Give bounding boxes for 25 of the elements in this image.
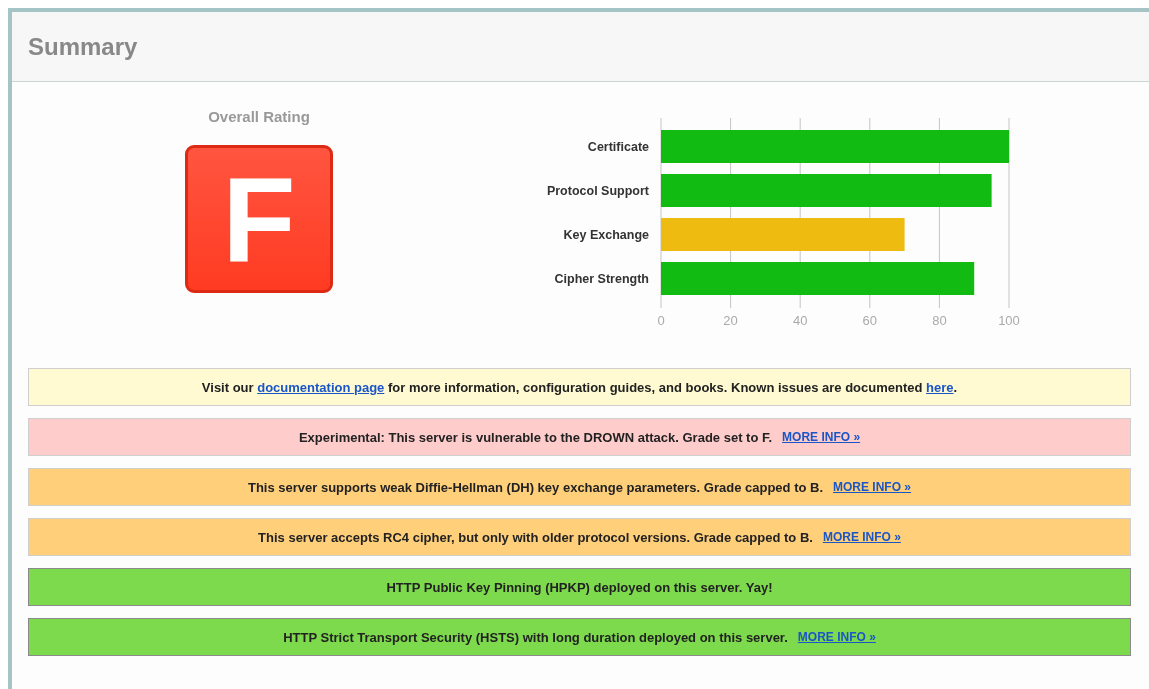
category-label: Key Exchange <box>563 228 649 242</box>
inline-link[interactable]: here <box>926 379 954 395</box>
axis-tick-label: 0 <box>657 313 665 328</box>
axis-tick-label: 60 <box>862 313 878 328</box>
notice-text: This server accepts RC4 cipher, but only with older protocol versions. Grade capped to B. <box>258 529 813 545</box>
more-info-link[interactable]: MORE INFO » <box>822 530 901 544</box>
section-title: Summary <box>28 32 138 61</box>
notice-text: Visit our documentation page for more information, configuration guides, and books. Known issues are documented here. <box>201 379 958 395</box>
category-label: Protocol Support <box>546 184 649 198</box>
rating-label: Overall Rating <box>208 108 310 125</box>
notice-text: Experimental: This server is vulnerable to the DROWN attack. Grade set to F. <box>298 429 773 445</box>
inline-link[interactable]: documentation page <box>257 379 385 395</box>
notice-text: HTTP Public Key Pinning (HPKP) deployed on this server. Yay! <box>386 579 773 595</box>
axis-tick-label: 20 <box>723 313 738 328</box>
category-label: Cipher Strength <box>554 272 649 286</box>
grade-badge: F <box>185 145 333 293</box>
more-info-link[interactable]: MORE INFO » <box>797 630 876 644</box>
more-info-link[interactable]: MORE INFO » <box>782 430 861 444</box>
axis-tick-label: 80 <box>932 313 947 328</box>
axis-tick-label: 40 <box>792 313 808 328</box>
notice-text: This server supports weak Diffie-Hellman (DH) key exchange parameters. Grade capped to B. <box>247 479 824 495</box>
more-info-link[interactable]: MORE INFO » <box>833 480 912 494</box>
notice-text: HTTP Strict Transport Security (HSTS) with long duration deployed on this server. <box>283 629 788 645</box>
category-label: Certificate <box>587 140 649 154</box>
axis-tick-label: 100 <box>998 313 1020 328</box>
